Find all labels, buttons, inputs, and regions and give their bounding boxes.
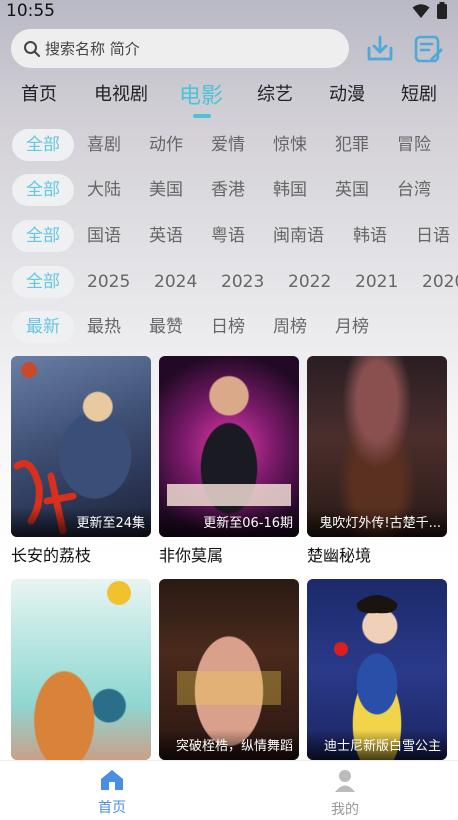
chip-language[interactable]: 韩语 [353,220,387,252]
search-input[interactable]: 搜索名称 简介 [11,29,349,68]
poster-caption-bg: 迪士尼新版白雪公主 [307,730,447,760]
battery-icon [437,2,447,19]
tab-short-drama[interactable]: 短剧 [401,80,437,106]
filter-row-sort: 最新 最热 最赞 日榜 周榜 月榜 [0,311,458,345]
chip-region[interactable]: 台湾 [397,174,431,206]
chip-genre[interactable]: 爱情 [211,129,245,161]
update-status: 更新至06-16期 [203,516,293,531]
movie-poster[interactable]: 突破桎梏，纵情舞蹈 [159,579,299,760]
status-icons [412,2,448,20]
poster-caption-bg: 更新至06-16期 [159,507,299,537]
chip-region[interactable]: 英国 [335,174,369,206]
poster-caption-bg: 更新至24集 [11,507,151,537]
movie-poster[interactable]: 鬼吹灯外传!古楚千... [307,356,447,537]
movie-title[interactable]: 楚幽秘境 [307,542,371,566]
history-list-icon[interactable] [412,33,444,65]
movie-title[interactable]: 非你莫属 [159,542,223,566]
chip-sort[interactable]: 月榜 [335,311,369,343]
chip-region[interactable]: 大陆 [87,174,121,206]
bottom-navigation: 首页 我的 [0,760,458,820]
chip-genre[interactable]: 冒险 [397,129,431,161]
chip-sort[interactable]: 日榜 [211,311,245,343]
category-tabs: 首页 电视剧 电影 综艺 动漫 短剧 [0,80,458,120]
filter-row-year: 全部 2025 2024 2023 2022 2021 2020 [0,266,458,300]
chip-region[interactable]: 美国 [149,174,183,206]
chip-sort[interactable]: 最热 [87,311,121,343]
download-icon[interactable] [364,33,396,65]
chip-year[interactable]: 2022 [288,266,331,298]
update-status: 突破桎梏，纵情舞蹈 [175,739,293,754]
chip-language[interactable]: 闽南语 [273,220,324,252]
status-time: 10:55 [6,1,55,21]
filter-row-genre: 全部 喜剧 动作 爱情 惊悚 犯罪 冒险 [0,129,458,163]
poster-caption-bg: 鬼吹灯外传!古楚千... [307,507,447,537]
chip-language-all[interactable]: 全部 [12,220,74,252]
chip-year[interactable]: 2021 [355,266,398,298]
movie-poster[interactable] [11,579,151,760]
update-status: 更新至24集 [76,516,145,531]
filter-row-region: 全部 大陆 美国 香港 韩国 英国 台湾 [0,174,458,208]
active-tab-indicator [193,114,211,118]
chip-region[interactable]: 香港 [211,174,245,206]
chip-sort[interactable]: 最赞 [149,311,183,343]
bottom-nav-home[interactable]: 首页 [72,769,152,817]
chip-region[interactable]: 韩国 [273,174,307,206]
tab-movies[interactable]: 电影 [179,78,223,110]
chip-region-all[interactable]: 全部 [12,174,74,206]
chip-year[interactable]: 2025 [87,266,130,298]
wifi-icon [412,4,430,18]
chip-language[interactable]: 国语 [87,220,121,252]
update-status: 迪士尼新版白雪公主 [323,739,441,754]
tab-home[interactable]: 首页 [21,80,57,106]
poster-caption-bg: 突破桎梏，纵情舞蹈 [159,730,299,760]
tab-anime[interactable]: 动漫 [329,80,365,106]
tab-variety[interactable]: 综艺 [257,80,293,106]
bottom-nav-profile[interactable]: 我的 [305,769,385,819]
chip-sort[interactable]: 周榜 [273,311,307,343]
movie-title[interactable]: 长安的荔枝 [11,542,91,566]
chip-year[interactable]: 2023 [221,266,264,298]
chip-language[interactable]: 粤语 [211,220,245,252]
chip-genre[interactable]: 犯罪 [335,129,369,161]
profile-icon [335,770,355,792]
chip-genre[interactable]: 惊悚 [273,129,307,161]
bottom-nav-home-label: 首页 [98,800,126,816]
update-status: 鬼吹灯外传!古楚千... [319,516,441,531]
chip-genre-all[interactable]: 全部 [12,129,74,161]
chip-year[interactable]: 2024 [154,266,197,298]
home-icon [101,770,123,790]
search-placeholder: 搜索名称 简介 [45,40,140,58]
status-bar: 10:55 [0,0,458,24]
chip-genre[interactable]: 动作 [149,129,183,161]
tab-tv-series[interactable]: 电视剧 [94,80,148,106]
movie-poster[interactable]: 更新至24集 [11,356,151,537]
chip-language[interactable]: 日语 [416,220,450,252]
search-icon [24,40,40,57]
chip-year-all[interactable]: 全部 [12,266,74,298]
chip-language[interactable]: 英语 [149,220,183,252]
filter-row-language: 全部 国语 英语 粤语 闽南语 韩语 日语 [0,220,458,254]
poster-art [107,581,131,605]
bottom-nav-profile-label: 我的 [331,802,359,818]
movie-poster[interactable]: 更新至06-16期 [159,356,299,537]
chip-sort-latest[interactable]: 最新 [12,311,74,343]
movie-poster[interactable]: 迪士尼新版白雪公主 [307,579,447,760]
chip-year[interactable]: 2020 [422,266,458,298]
chip-genre[interactable]: 喜剧 [87,129,121,161]
